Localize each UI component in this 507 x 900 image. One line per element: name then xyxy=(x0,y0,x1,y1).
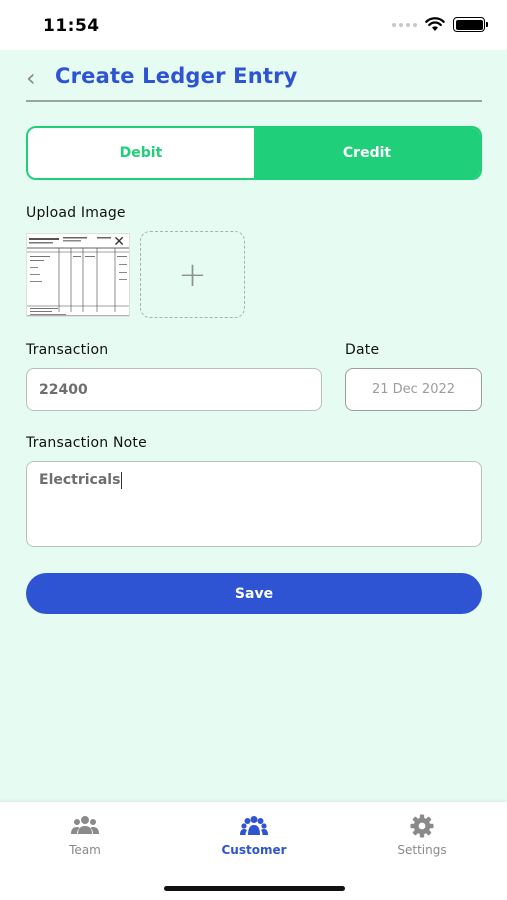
debit-tab[interactable]: Debit xyxy=(28,128,254,178)
tab-team[interactable]: Team xyxy=(30,814,140,857)
add-image-button[interactable]: + xyxy=(140,231,245,318)
status-icons xyxy=(392,17,488,32)
remove-image-icon[interactable]: ✕ xyxy=(113,235,125,249)
main-content: ‹ Create Ledger Entry Debit Credit Uploa… xyxy=(0,50,507,802)
home-indicator xyxy=(164,886,345,891)
battery-icon xyxy=(453,17,488,32)
tab-customer-label: Customer xyxy=(221,843,287,857)
wifi-icon xyxy=(425,17,445,31)
bottom-tab-bar: Team Customer Settings xyxy=(0,802,507,900)
upload-image-label: Upload Image xyxy=(26,205,126,221)
tab-settings-label: Settings xyxy=(397,843,447,857)
tab-customer[interactable]: Customer xyxy=(199,814,309,857)
date-picker[interactable]: 21 Dec 2022 xyxy=(345,368,482,411)
transaction-note-label: Transaction Note xyxy=(26,435,147,451)
team-icon xyxy=(71,816,99,834)
tab-team-label: Team xyxy=(69,843,101,857)
uploaded-image-thumbnail[interactable]: ✕ xyxy=(26,233,130,317)
signal-icon xyxy=(392,22,417,27)
back-chevron-icon[interactable]: ‹ xyxy=(26,66,36,90)
transaction-label: Transaction xyxy=(26,342,109,358)
credit-tab[interactable]: Credit xyxy=(254,128,480,178)
status-bar: 11:54 xyxy=(0,0,507,50)
debit-credit-toggle: Debit Credit xyxy=(26,126,482,180)
save-button[interactable]: Save xyxy=(26,573,482,614)
transaction-note-value: Electricals xyxy=(39,472,121,488)
status-time: 11:54 xyxy=(43,16,100,36)
date-label: Date xyxy=(345,342,380,358)
transaction-amount-value: 22400 xyxy=(39,381,88,398)
gear-icon xyxy=(410,814,434,838)
transaction-note-input[interactable]: Electricals xyxy=(26,461,482,547)
plus-icon: + xyxy=(178,254,207,295)
customer-icon xyxy=(240,816,268,835)
date-value: 21 Dec 2022 xyxy=(371,382,456,397)
page-title: Create Ledger Entry xyxy=(55,64,298,88)
header: ‹ Create Ledger Entry xyxy=(26,62,482,102)
transaction-amount-input[interactable]: 22400 xyxy=(26,368,322,411)
tab-settings[interactable]: Settings xyxy=(367,814,477,857)
text-cursor xyxy=(121,472,123,489)
